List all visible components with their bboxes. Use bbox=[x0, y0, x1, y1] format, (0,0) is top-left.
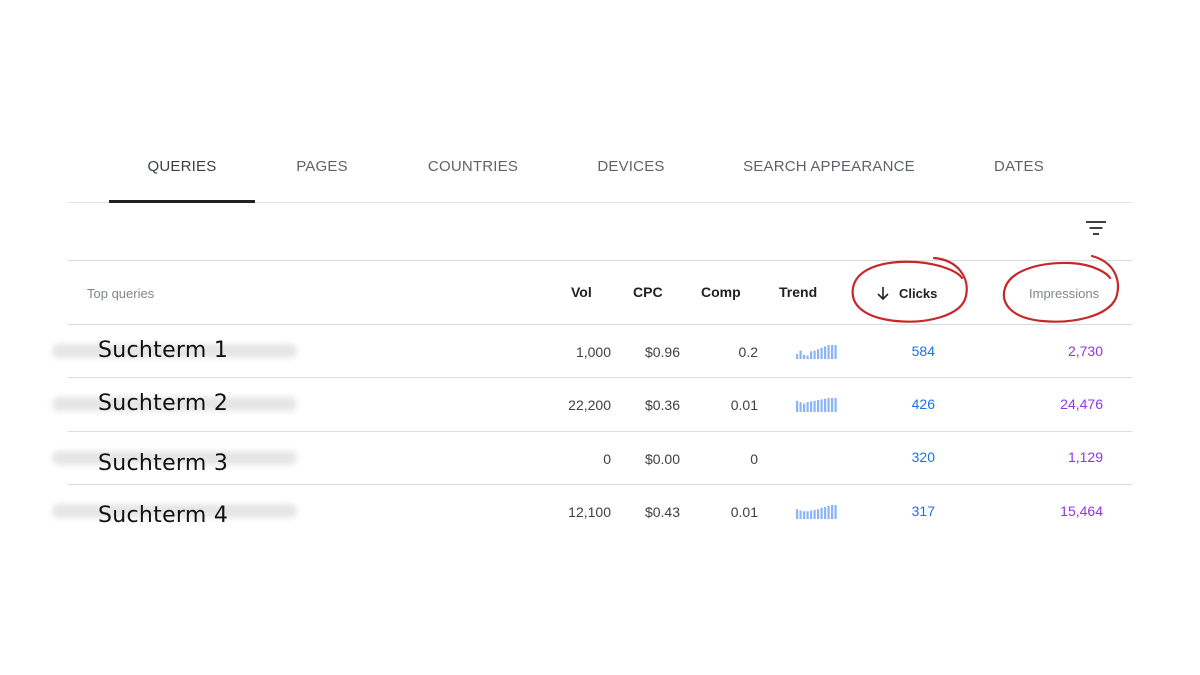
toolbar-divider bbox=[68, 260, 1132, 261]
cell-impressions: 15,464 bbox=[1060, 503, 1103, 519]
trend-bar bbox=[806, 402, 809, 412]
row-divider bbox=[68, 431, 1132, 432]
header-top-queries: Top queries bbox=[87, 286, 155, 301]
trend-bar bbox=[834, 505, 837, 519]
trend-bar bbox=[817, 400, 820, 412]
tab-bar: QUERIES PAGES COUNTRIES DEVICES SEARCH A… bbox=[68, 140, 1132, 203]
cell-clicks: 584 bbox=[911, 343, 935, 359]
cell-impressions: 1,129 bbox=[1067, 449, 1103, 465]
trend-bar bbox=[834, 398, 837, 412]
trend-bar bbox=[799, 510, 802, 519]
cell-vol: 0 bbox=[603, 451, 611, 467]
trend-bar bbox=[824, 346, 827, 359]
trend-bar bbox=[796, 509, 799, 519]
cell-cpc: $0.96 bbox=[644, 344, 680, 360]
filter-icon-bottom bbox=[1093, 233, 1099, 235]
trend-bar bbox=[827, 398, 830, 412]
trend-sparkline bbox=[796, 452, 838, 466]
trend-bar bbox=[796, 354, 799, 359]
header-cpc[interactable]: CPC bbox=[633, 284, 663, 300]
trend-bar bbox=[827, 345, 830, 359]
trend-bar bbox=[810, 510, 813, 519]
trend-sparkline bbox=[796, 398, 837, 412]
tab-queries[interactable]: QUERIES bbox=[109, 140, 255, 203]
tab-countries[interactable]: COUNTRIES bbox=[413, 140, 533, 202]
tab-search-appearance[interactable]: SEARCH APPEARANCE bbox=[738, 140, 920, 202]
header-vol[interactable]: Vol bbox=[571, 284, 592, 300]
trend-bar bbox=[813, 400, 816, 412]
filter-button[interactable] bbox=[1080, 214, 1112, 244]
arrow-down-icon bbox=[877, 287, 889, 301]
cell-cpc: $0.36 bbox=[644, 397, 680, 413]
row-divider bbox=[68, 484, 1132, 485]
trend-bar bbox=[799, 350, 802, 359]
query-text: Suchterm 3 bbox=[98, 451, 229, 476]
tab-devices[interactable]: DEVICES bbox=[580, 140, 682, 202]
header-comp[interactable]: Comp bbox=[701, 284, 741, 300]
query-text: Suchterm 2 bbox=[98, 391, 229, 416]
query-text: Suchterm 4 bbox=[98, 503, 229, 528]
trend-bar bbox=[799, 402, 802, 412]
header-clicks[interactable]: Clicks bbox=[899, 286, 937, 301]
cell-impressions: 2,730 bbox=[1067, 343, 1103, 359]
trend-sparkline bbox=[796, 505, 837, 519]
cell-comp: 0.01 bbox=[730, 504, 758, 520]
trend-bar bbox=[827, 505, 830, 519]
cell-impressions: 24,476 bbox=[1060, 396, 1103, 412]
row-divider bbox=[68, 377, 1132, 378]
trend-bar bbox=[820, 347, 823, 359]
cell-vol: 12,100 bbox=[568, 504, 611, 520]
trend-bar bbox=[803, 403, 806, 412]
trend-bar bbox=[824, 398, 827, 412]
trend-bar bbox=[817, 509, 820, 519]
trend-bar bbox=[803, 354, 806, 359]
cell-vol: 22,200 bbox=[568, 397, 611, 413]
cell-clicks: 317 bbox=[911, 503, 935, 519]
cell-clicks: 426 bbox=[911, 396, 935, 412]
header-divider bbox=[68, 324, 1132, 325]
query-text: Suchterm 1 bbox=[98, 338, 229, 363]
trend-bar bbox=[831, 398, 834, 412]
tab-dates[interactable]: DATES bbox=[982, 140, 1056, 202]
filter-icon-middle bbox=[1089, 227, 1103, 229]
trend-bar bbox=[806, 355, 809, 359]
trend-bar bbox=[813, 509, 816, 519]
trend-bar bbox=[831, 505, 834, 519]
trend-bar bbox=[810, 401, 813, 412]
cell-vol: 1,000 bbox=[575, 344, 611, 360]
trend-bar bbox=[803, 511, 806, 519]
cell-comp: 0.2 bbox=[738, 344, 758, 360]
trend-bar bbox=[817, 349, 820, 359]
trend-bar bbox=[796, 400, 799, 412]
cell-comp: 0.01 bbox=[730, 397, 758, 413]
trend-bar bbox=[820, 507, 823, 519]
trend-sparkline bbox=[796, 345, 837, 359]
cell-cpc: $0.00 bbox=[644, 451, 680, 467]
trend-bar bbox=[824, 507, 827, 519]
trend-bar bbox=[834, 345, 837, 359]
cell-clicks: 320 bbox=[911, 449, 935, 465]
cell-cpc: $0.43 bbox=[644, 504, 680, 520]
header-trend: Trend bbox=[779, 284, 818, 300]
header-impressions[interactable]: Impressions bbox=[1029, 286, 1099, 301]
filter-icon bbox=[1086, 221, 1106, 223]
tab-pages[interactable]: PAGES bbox=[272, 140, 372, 202]
trend-bar bbox=[810, 351, 813, 359]
cell-comp: 0 bbox=[750, 451, 758, 467]
trend-bar bbox=[831, 345, 834, 359]
trend-bar bbox=[806, 511, 809, 519]
trend-bar bbox=[813, 350, 816, 359]
trend-bar bbox=[820, 399, 823, 412]
